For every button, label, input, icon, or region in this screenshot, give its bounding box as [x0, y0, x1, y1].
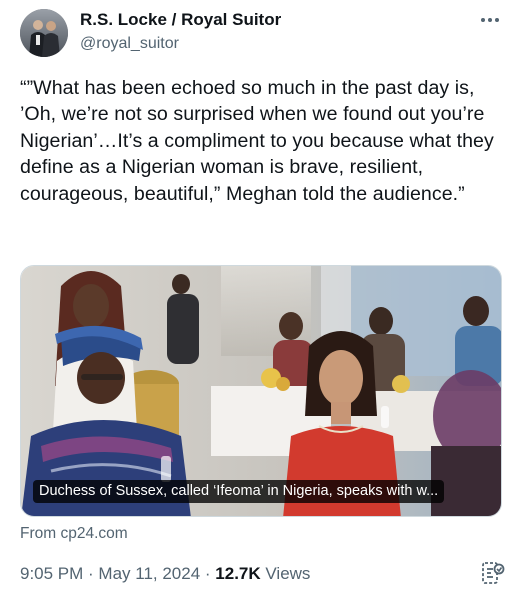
media-caption: Duchess of Sussex, called ‘Ifeoma’ in Ni…	[33, 480, 445, 503]
avatar[interactable]	[20, 9, 68, 57]
tweet-time[interactable]: 9:05 PM	[20, 564, 83, 583]
views-label: Views	[260, 564, 311, 583]
author-name[interactable]: R.S. Locke / Royal Suitor	[80, 10, 281, 30]
tweet: R.S. Locke / Royal Suitor @royal_suitor …	[0, 0, 523, 600]
author-handle[interactable]: @royal_suitor	[80, 34, 179, 54]
source-link[interactable]: From cp24.com	[20, 524, 128, 544]
more-button[interactable]	[476, 10, 504, 30]
tweet-text: “”What has been echoed so much in the pa…	[20, 77, 500, 205]
media-image[interactable]: Duchess of Sussex, called ‘Ifeoma’ in Ni…	[20, 265, 502, 517]
avatar-image	[20, 9, 68, 57]
bookmark-analytics-icon	[482, 562, 505, 584]
meta-separator: ·	[83, 564, 99, 583]
analytics-button[interactable]	[480, 560, 506, 588]
tweet-meta: 9:05 PM · May 11, 2024 · 12.7K Views	[20, 563, 310, 585]
more-horizontal-icon	[481, 18, 499, 22]
meta-separator: ·	[200, 564, 216, 583]
tweet-date[interactable]: May 11, 2024	[98, 564, 200, 583]
views-count: 12.7K	[215, 564, 261, 583]
